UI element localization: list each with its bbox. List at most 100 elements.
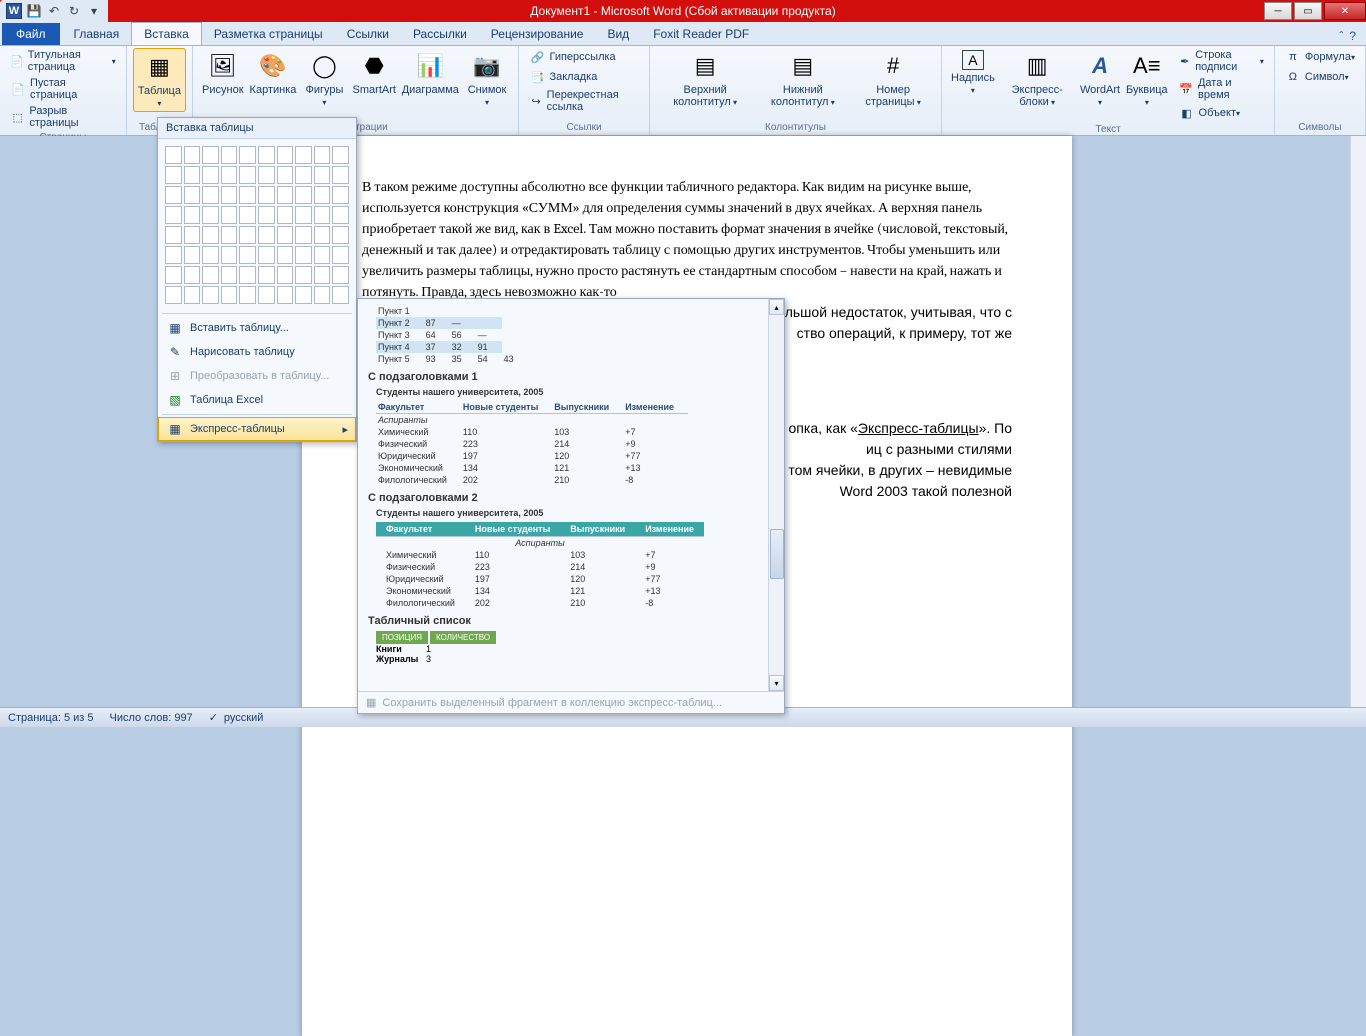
grid-cell[interactable] [165,146,182,164]
smartart-button[interactable]: ⬣SmartArt [350,48,399,98]
grid-cell[interactable] [277,266,294,284]
tab-file[interactable]: Файл [2,23,60,45]
equation-button[interactable]: πФормула [1281,48,1359,66]
grid-cell[interactable] [332,286,349,304]
grid-cell[interactable] [258,146,275,164]
grid-cell[interactable] [239,146,256,164]
grid-cell[interactable] [221,186,238,204]
grid-cell[interactable] [277,286,294,304]
table-button[interactable]: ▦ Таблица [133,48,186,112]
scroll-thumb[interactable] [770,529,784,579]
grid-cell[interactable] [239,166,256,184]
table-grid-picker[interactable] [158,139,356,311]
grid-cell[interactable] [202,246,219,264]
grid-cell[interactable] [277,246,294,264]
grid-cell[interactable] [239,246,256,264]
grid-cell[interactable] [202,186,219,204]
grid-cell[interactable] [221,246,238,264]
scroll-up-icon[interactable]: ▴ [769,299,784,315]
grid-cell[interactable] [295,266,312,284]
grid-cell[interactable] [184,286,201,304]
grid-cell[interactable] [165,166,182,184]
bookmark-button[interactable]: 📑Закладка [525,68,642,86]
grid-cell[interactable] [295,146,312,164]
grid-cell[interactable] [184,226,201,244]
grid-cell[interactable] [165,246,182,264]
tab-insert[interactable]: Вставка [131,22,202,45]
grid-cell[interactable] [295,226,312,244]
grid-cell[interactable] [239,226,256,244]
grid-cell[interactable] [165,266,182,284]
excel-table-menuitem[interactable]: ▧Таблица Excel [158,388,356,412]
grid-cell[interactable] [314,206,331,224]
grid-cell[interactable] [277,166,294,184]
cover-page-button[interactable]: 📄Титульная страница [6,48,120,74]
blank-page-button[interactable]: 📄Пустая страница [6,76,120,102]
grid-cell[interactable] [202,226,219,244]
status-language[interactable]: ✓русский [209,711,264,724]
grid-cell[interactable] [295,166,312,184]
grid-cell[interactable] [258,166,275,184]
ribbon-minimize-icon[interactable]: ˆ [1339,29,1343,43]
grid-cell[interactable] [202,266,219,284]
grid-cell[interactable] [314,146,331,164]
tab-references[interactable]: Ссылки [335,23,401,45]
tab-mailings[interactable]: Рассылки [401,23,479,45]
grid-cell[interactable] [258,286,275,304]
status-word-count[interactable]: Число слов: 997 [110,712,193,724]
grid-cell[interactable] [221,206,238,224]
grid-cell[interactable] [258,186,275,204]
grid-cell[interactable] [184,186,201,204]
grid-cell[interactable] [314,246,331,264]
grid-cell[interactable] [314,166,331,184]
grid-cell[interactable] [184,246,201,264]
page-number-button[interactable]: #Номер страницы [851,48,935,110]
tab-home[interactable]: Главная [62,23,132,45]
clipart-button[interactable]: 🎨Картинка [247,48,300,98]
grid-cell[interactable] [202,146,219,164]
tab-foxit[interactable]: Foxit Reader PDF [641,23,761,45]
express-tables-gallery[interactable]: Пункт 1Пункт 287—Пункт 36456—Пункт 43732… [358,299,784,691]
paragraph[interactable]: В таком режиме доступны абсолютно все фу… [362,176,1012,302]
grid-cell[interactable] [332,186,349,204]
grid-cell[interactable] [277,206,294,224]
grid-cell[interactable] [239,266,256,284]
grid-cell[interactable] [258,266,275,284]
status-page[interactable]: Страница: 5 из 5 [8,712,94,724]
grid-cell[interactable] [221,266,238,284]
grid-cell[interactable] [314,286,331,304]
grid-cell[interactable] [221,286,238,304]
flyout-scrollbar[interactable]: ▴ ▾ [768,299,784,691]
draw-table-menuitem[interactable]: ✎Нарисовать таблицу [158,340,356,364]
grid-cell[interactable] [277,146,294,164]
grid-cell[interactable] [184,206,201,224]
grid-cell[interactable] [165,226,182,244]
grid-cell[interactable] [314,226,331,244]
insert-table-menuitem[interactable]: ▦Вставить таблицу... [158,316,356,340]
grid-cell[interactable] [332,206,349,224]
hyperlink-button[interactable]: 🔗Гиперссылка [525,48,642,66]
grid-cell[interactable] [258,226,275,244]
scroll-down-icon[interactable]: ▾ [769,675,784,691]
page-break-button[interactable]: ⬚Разрыв страницы [6,104,120,130]
express-tables-menuitem[interactable]: ▦Экспресс-таблицы▸ [158,417,356,441]
grid-cell[interactable] [258,246,275,264]
wordart-button[interactable]: AWordArt [1077,48,1123,110]
grid-cell[interactable] [202,286,219,304]
grid-cell[interactable] [221,226,238,244]
signature-line-button[interactable]: ✒Строка подписи [1175,48,1268,74]
grid-cell[interactable] [202,166,219,184]
grid-cell[interactable] [165,286,182,304]
grid-cell[interactable] [332,146,349,164]
grid-cell[interactable] [221,146,238,164]
grid-cell[interactable] [165,186,182,204]
grid-cell[interactable] [165,206,182,224]
header-button[interactable]: ▤Верхний колонтитул [656,48,755,110]
grid-cell[interactable] [184,146,201,164]
dropcap-button[interactable]: A≡Буквица [1123,48,1170,110]
tab-view[interactable]: Вид [595,23,641,45]
grid-cell[interactable] [332,246,349,264]
crossref-button[interactable]: ↪Перекрестная ссылка [525,88,642,114]
grid-cell[interactable] [184,266,201,284]
grid-cell[interactable] [221,166,238,184]
